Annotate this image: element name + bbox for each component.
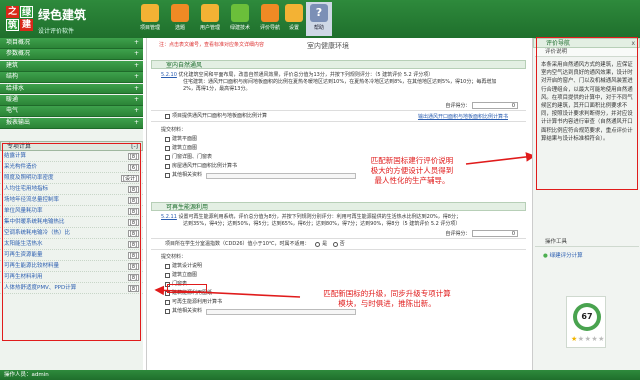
score-card: 67 ★★★★★ xyxy=(566,296,606,348)
score-value: 67 xyxy=(577,307,597,327)
arrow-to-right-panel xyxy=(465,152,536,165)
star-icon: ★ xyxy=(577,335,585,343)
status-bar: 操作人员：admin xyxy=(0,370,640,380)
star-icon: ★ xyxy=(571,335,578,343)
highlight-box xyxy=(536,37,638,190)
rating-stars: ★★★★★ xyxy=(571,335,605,343)
tool-link-label: 绿建评分计算 xyxy=(549,253,583,259)
calculator-icon: ● xyxy=(543,253,548,259)
tool-section-title: 操作工具 xyxy=(535,238,639,247)
tool-link[interactable]: ● 绿建评分计算 xyxy=(543,252,583,260)
star-icon: ★ xyxy=(598,335,605,343)
arrow-to-sidebar xyxy=(154,285,301,298)
score-ring: 67 xyxy=(573,303,601,331)
